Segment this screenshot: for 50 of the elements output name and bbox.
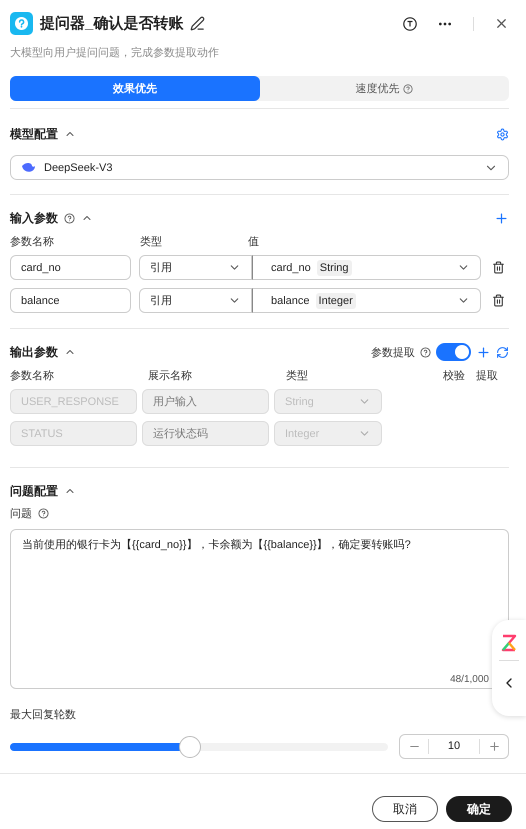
param-name-field[interactable]: card_no (10, 255, 131, 280)
column-header: 展示名称 (148, 369, 193, 383)
plus-icon (488, 740, 500, 753)
value-select[interactable]: card_no String (252, 255, 481, 280)
char-counter: 48/1,000 (450, 674, 489, 685)
extract-toggle[interactable] (436, 343, 471, 361)
section-title: 问题配置 (10, 482, 58, 500)
column-header: 值 (248, 235, 260, 249)
value-select[interactable]: balance Integer (252, 288, 481, 313)
rounds-slider[interactable] (10, 736, 388, 758)
column-header: 校验 (443, 369, 466, 383)
param-name-field[interactable]: balance (10, 288, 131, 313)
add-icon[interactable] (476, 344, 491, 360)
column-header: 参数名称 (10, 235, 55, 249)
node-title: 提问器_确认是否转账 (40, 14, 184, 33)
type-select[interactable]: 引用 (139, 288, 252, 313)
delete-icon[interactable] (492, 261, 505, 274)
add-icon[interactable] (494, 210, 509, 226)
edit-icon[interactable] (190, 16, 206, 31)
app-icon (10, 12, 33, 35)
column-header: 提取 (476, 369, 499, 383)
node-description: 大模型向用户提问问题，完成参数提取动作 (10, 46, 220, 60)
type-select[interactable]: 引用 (139, 255, 252, 280)
rounds-stepper[interactable]: 10 (399, 734, 509, 759)
help-icon (64, 212, 75, 224)
settings-icon[interactable] (496, 128, 509, 140)
column-header: 参数名称 (10, 369, 55, 383)
field-label: 最大回复轮数 (10, 708, 77, 722)
section-title: 输入参数 (10, 210, 58, 226)
refresh-icon[interactable] (496, 346, 509, 358)
question-input[interactable]: 当前使用的银行卡为【{{card_no}}】，卡余额为【{{balance}}】，确定要转账吗? 48/1,000 (10, 529, 509, 689)
close-icon[interactable] (494, 16, 509, 31)
logo-icon[interactable] (501, 634, 517, 652)
help-icon (420, 346, 431, 358)
delete-icon[interactable] (492, 294, 505, 307)
slider-thumb[interactable] (179, 736, 202, 758)
help-icon (38, 508, 49, 519)
whale-icon (21, 162, 36, 174)
confirm-button[interactable]: 确定 (446, 796, 512, 822)
column-header: 类型 (286, 369, 309, 383)
text-icon[interactable] (403, 16, 417, 30)
mode-tab[interactable]: 效果优先 (10, 76, 260, 101)
mode-tab[interactable]: 速度优先 (260, 76, 509, 101)
section-title: 输出参数 (10, 344, 58, 360)
column-header: 类型 (140, 235, 163, 249)
field-label: 问题 (10, 507, 32, 521)
section-title: 模型配置 (10, 126, 58, 142)
model-select[interactable]: DeepSeek-V3 (10, 155, 509, 180)
extract-label: 参数提取 (371, 346, 415, 360)
cancel-button[interactable]: 取消 (372, 796, 438, 822)
